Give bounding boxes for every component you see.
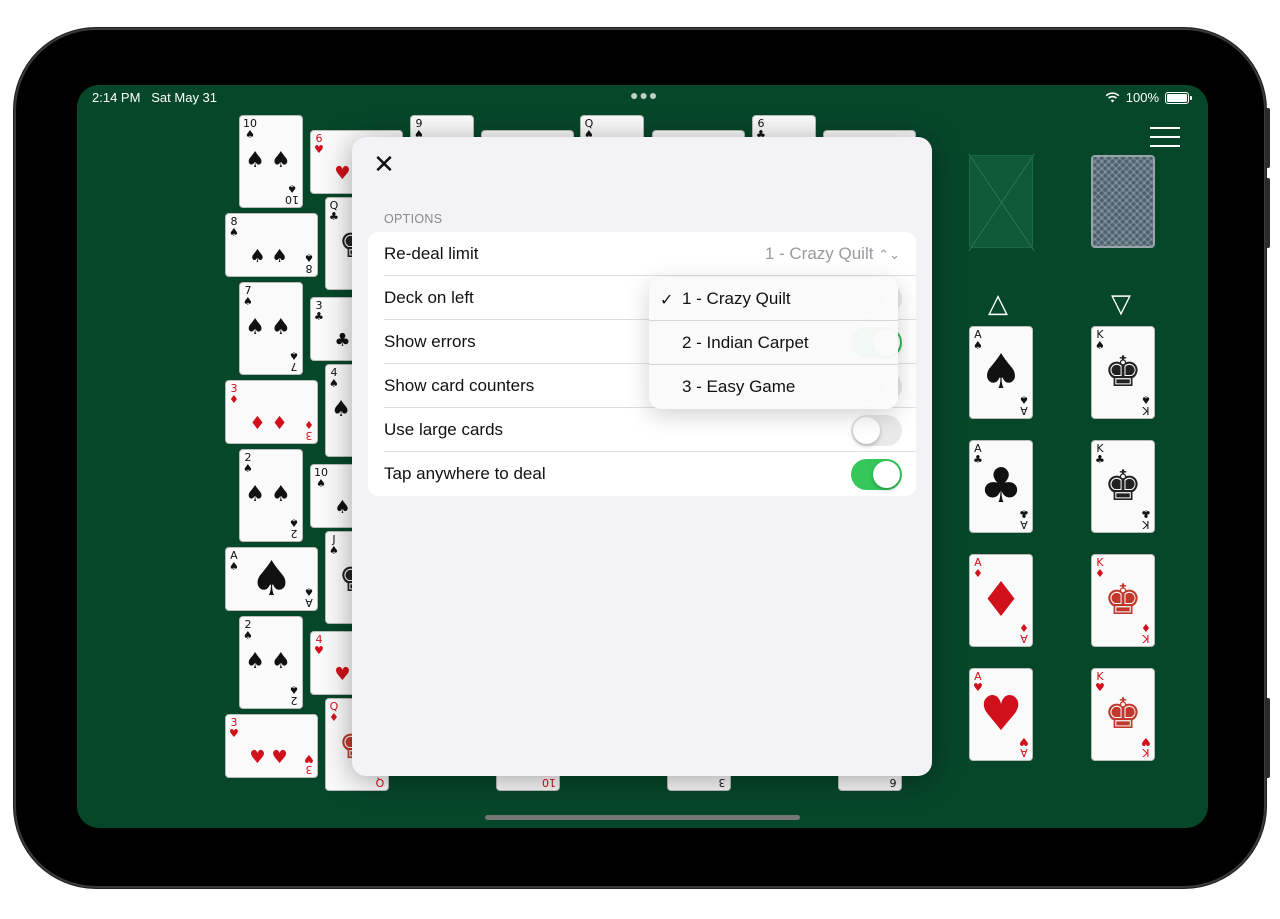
row-label: Show card counters xyxy=(384,376,535,395)
status-bar: 2:14 PM Sat May 31 ●●● 100% xyxy=(77,85,1208,109)
row-label: Deck on left xyxy=(384,288,474,307)
playing-card[interactable]: K ♣ K ♣ ♚ xyxy=(1091,440,1155,533)
playing-card[interactable]: A ♥ A ♥ ♥ xyxy=(969,668,1033,761)
battery-percent: 100% xyxy=(1125,90,1159,105)
card-suit-pip: ♚ xyxy=(1104,689,1142,738)
playing-card[interactable]: 3 ♥ 3 ♥ ♥♥ xyxy=(225,714,318,778)
row-tap-anywhere[interactable]: Tap anywhere to deal xyxy=(368,452,916,496)
redeal-option-3[interactable]: 3 - Easy Game xyxy=(649,365,898,409)
playing-card[interactable]: 10♠10♠♠♠ xyxy=(239,115,303,208)
playing-card[interactable]: 2 ♠ 2 ♠ ♠♠ xyxy=(239,449,303,542)
redeal-option-1[interactable]: ✓ 1 - Crazy Quilt xyxy=(649,277,898,321)
card-suit-pips: ♠♠ xyxy=(245,315,297,340)
row-label: Show errors xyxy=(384,332,476,351)
playing-card[interactable]: A ♠ A ♠ ♠ xyxy=(225,547,318,611)
card-rank-bottom: K ♣ xyxy=(1141,507,1151,531)
card-rank-bottom: K ♥ xyxy=(1141,735,1151,759)
playing-card[interactable]: 7 ♠ 7 ♠ ♠♠ xyxy=(239,282,303,375)
card-suit-pip: ♚ xyxy=(1104,461,1142,510)
up-arrow-icon: △ xyxy=(988,289,1008,319)
playing-card[interactable]: 2 ♠ 2 ♠ ♠♠ xyxy=(239,616,303,709)
card-suit-pips: ♠♠ xyxy=(245,649,297,674)
row-label: Use large cards xyxy=(384,420,504,439)
wifi-icon xyxy=(1105,92,1120,103)
top-button xyxy=(1265,108,1270,168)
status-right: 100% xyxy=(1105,90,1192,105)
playing-card[interactable]: 3 ♦ 3 ♦ ♦♦ xyxy=(225,380,318,444)
close-icon[interactable]: ✕ xyxy=(372,152,396,178)
battery-icon xyxy=(1165,91,1189,104)
multitasking-dots[interactable]: ●●● xyxy=(630,87,658,103)
volume-button xyxy=(1265,178,1270,248)
home-indicator xyxy=(485,815,800,820)
card-suit-pip: ♣ xyxy=(979,458,1023,514)
playing-card[interactable]: K ♠ K ♠ ♚ xyxy=(1091,326,1155,419)
card-suit-pip: ♥ xyxy=(979,686,1023,742)
card-suit-pips: ♠♠ xyxy=(249,246,294,267)
playing-card[interactable]: A ♦ A ♦ ♦ xyxy=(969,554,1033,647)
card-suit-pips: ♠♠ xyxy=(245,482,297,507)
chevron-updown-icon: ⌃⌄ xyxy=(878,247,900,262)
card-suit-pip: ♠ xyxy=(249,551,294,607)
playing-card[interactable]: A ♣ A ♣ ♣ xyxy=(969,440,1033,533)
checkmark-icon: ✓ xyxy=(660,289,674,309)
card-rank-bottom: 2 ♠ xyxy=(289,516,299,540)
card-suit-pips: ♠♠ xyxy=(245,148,297,173)
card-suit-pip: ♠ xyxy=(979,344,1023,400)
playing-card[interactable]: A ♠ A ♠ ♠ xyxy=(969,326,1033,419)
card-suit-pips: ♦♦ xyxy=(249,413,294,434)
card-suit-pips: ♥♥ xyxy=(249,747,294,768)
status-time: 2:14 PM Sat May 31 xyxy=(92,90,218,105)
redeal-option-2[interactable]: 2 - Indian Carpet xyxy=(649,321,898,365)
playing-card[interactable]: K ♦ K ♦ ♚ xyxy=(1091,554,1155,647)
menu-icon[interactable] xyxy=(1150,127,1180,154)
card-rank-bottom: 10♠ xyxy=(285,182,299,206)
row-use-large-cards[interactable]: Use large cards xyxy=(368,408,916,452)
use-large-cards-toggle[interactable] xyxy=(851,414,902,446)
options-section-title: OPTIONS xyxy=(384,212,443,226)
options-sheet: ✕ OPTIONS Re-deal limit 1 - Crazy Quilt … xyxy=(352,137,932,776)
card-suit-pip: ♦ xyxy=(979,572,1023,628)
row-redeal-limit[interactable]: Re-deal limit 1 - Crazy Quilt ⌃⌄ xyxy=(368,232,916,276)
playing-card[interactable]: K ♥ K ♥ ♚ xyxy=(1091,668,1155,761)
card-rank-bottom: 7 ♠ xyxy=(289,349,299,373)
stock-pile[interactable] xyxy=(1091,155,1155,248)
card-rank-bottom: K ♠ xyxy=(1141,393,1151,417)
card-suit-pip: ♚ xyxy=(1104,575,1142,624)
waste-pile-empty[interactable] xyxy=(969,155,1033,248)
tap-anywhere-toggle[interactable] xyxy=(851,458,902,490)
row-label: Re-deal limit xyxy=(384,244,479,263)
redeal-limit-value[interactable]: 1 - Crazy Quilt ⌃⌄ xyxy=(765,244,900,264)
down-arrow-icon: ▽ xyxy=(1111,289,1131,319)
side-button xyxy=(1265,698,1270,778)
card-rank-bottom: K ♦ xyxy=(1141,621,1151,645)
card-suit-pip: ♚ xyxy=(1104,347,1142,396)
game-screen: 2:14 PM Sat May 31 ●●● 100% 10 ♠ 10 ♠ ♠♠ 8 ♠ 8 ♠… xyxy=(77,85,1208,828)
row-label: Tap anywhere to deal xyxy=(384,464,546,483)
playing-card[interactable]: 8 ♠ 8 ♠ ♠♠ xyxy=(225,213,318,277)
redeal-dropdown-menu: ✓ 1 - Crazy Quilt 2 - Indian Carpet 3 - E… xyxy=(649,277,898,409)
card-rank-bottom: 2 ♠ xyxy=(289,683,299,707)
